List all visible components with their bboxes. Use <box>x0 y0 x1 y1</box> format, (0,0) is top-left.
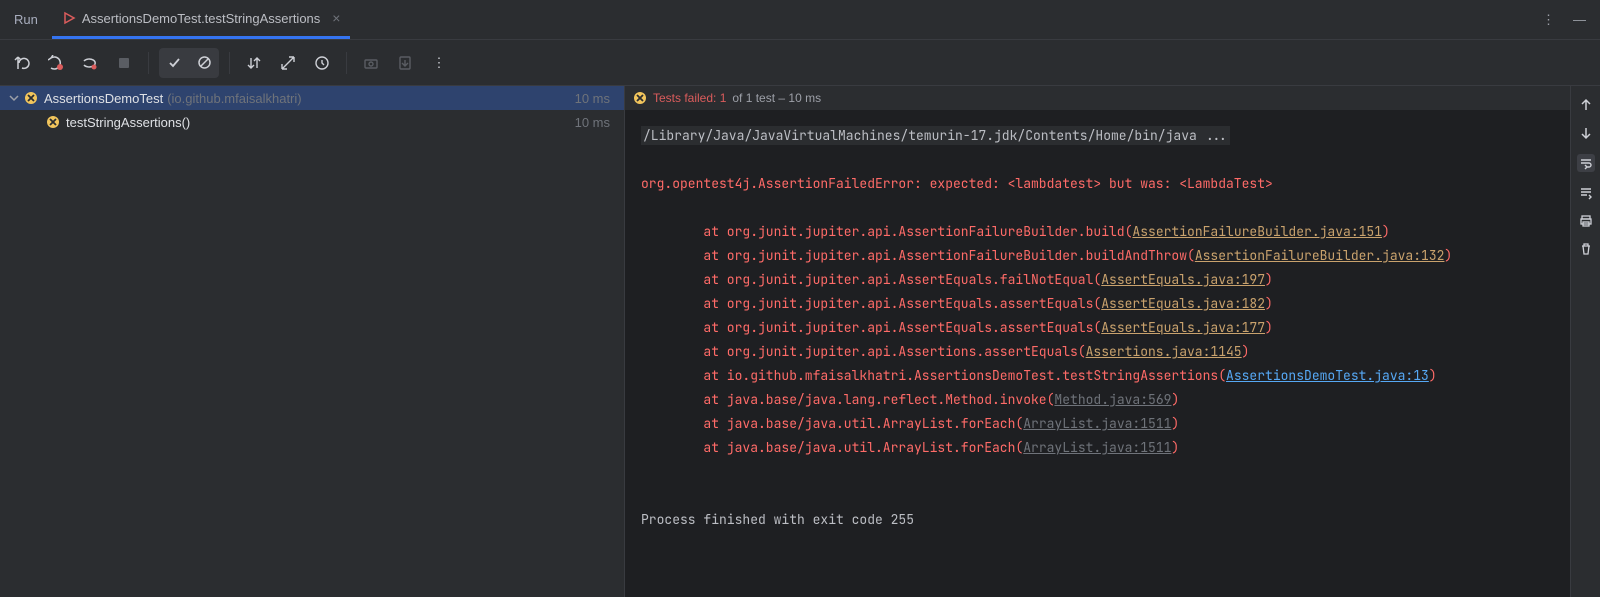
screenshot-button <box>357 49 385 77</box>
minimize-icon[interactable]: — <box>1573 12 1586 27</box>
stack-frame-link[interactable]: ArrayList.java:1511 <box>1023 415 1171 432</box>
close-tab-icon[interactable]: × <box>332 10 340 26</box>
run-tool-label: Run <box>0 12 52 27</box>
tests-failed-count: Tests failed: 1 <box>653 91 726 105</box>
stack-frame: at java.base/java.util.ArrayList.forEach… <box>641 415 1023 432</box>
test-failed-icon <box>633 91 647 105</box>
toggle-auto-test-button[interactable] <box>76 49 104 77</box>
scroll-to-end-icon[interactable] <box>1579 186 1593 200</box>
main-area: AssertionsDemoTest (io.github.mfaisalkha… <box>0 86 1600 597</box>
tab-title: AssertionsDemoTest.testStringAssertions <box>82 11 320 26</box>
test-summary-bar: Tests failed: 1 of 1 test – 10 ms <box>625 86 1600 110</box>
test-method-time: 10 ms <box>575 115 616 130</box>
more-vertical-icon[interactable]: ⋮ <box>1542 12 1555 28</box>
rerun-failed-button[interactable] <box>42 49 70 77</box>
stack-frame-link[interactable]: AssertionFailureBuilder.java:151 <box>1132 223 1382 240</box>
stack-frame: at org.junit.jupiter.api.AssertEquals.fa… <box>641 271 1101 288</box>
rerun-button[interactable] <box>8 49 36 77</box>
tab-bar-actions: ⋮ — <box>1542 12 1600 28</box>
java-command-line: /Library/Java/JavaVirtualMachines/temuri… <box>641 126 1230 145</box>
print-icon[interactable] <box>1579 214 1593 228</box>
filter-group <box>159 48 219 78</box>
test-class-package: (io.github.mfaisalkhatri) <box>167 91 301 106</box>
console-gutter <box>1570 86 1600 597</box>
stack-frame: at org.junit.jupiter.api.AssertEquals.as… <box>641 295 1101 312</box>
stack-frame-link[interactable]: AssertionFailureBuilder.java:132 <box>1195 247 1445 264</box>
scroll-down-icon[interactable] <box>1579 126 1593 140</box>
stack-frame-link[interactable]: Method.java:569 <box>1054 391 1171 408</box>
chevron-down-icon[interactable] <box>8 92 24 104</box>
stack-frame: at org.junit.jupiter.api.AssertionFailur… <box>641 247 1195 264</box>
toolbar-separator <box>346 52 347 74</box>
run-config-tab[interactable]: AssertionsDemoTest.testStringAssertions … <box>52 0 351 39</box>
scroll-up-icon[interactable] <box>1579 98 1593 112</box>
stack-frame: at java.base/java.lang.reflect.Method.in… <box>641 391 1054 408</box>
stack-frame: at io.github.mfaisalkhatri.AssertionsDem… <box>641 367 1226 384</box>
toolbar-separator <box>229 52 230 74</box>
tests-total-info: of 1 test – 10 ms <box>732 91 821 105</box>
show-passed-button[interactable] <box>159 48 189 78</box>
stack-frame-link[interactable]: Assertions.java:1145 <box>1086 343 1242 360</box>
test-failed-icon <box>46 115 60 129</box>
history-button[interactable] <box>308 49 336 77</box>
stack-frame: at org.junit.jupiter.api.AssertionFailur… <box>641 223 1132 240</box>
export-button <box>391 49 419 77</box>
console-pane: Tests failed: 1 of 1 test – 10 ms /Libra… <box>625 86 1600 597</box>
stop-button <box>110 49 138 77</box>
clear-all-icon[interactable] <box>1579 242 1593 256</box>
stack-frame: at org.junit.jupiter.api.Assertions.asse… <box>641 343 1086 360</box>
failed-config-icon <box>62 11 76 25</box>
console-output[interactable]: /Library/Java/JavaVirtualMachines/temuri… <box>625 110 1600 597</box>
soft-wrap-icon[interactable] <box>1577 154 1595 172</box>
more-options-button[interactable]: ⋮ <box>425 49 453 77</box>
test-method-name: testStringAssertions() <box>66 115 190 130</box>
run-toolbar: ⋮ <box>0 40 1600 86</box>
test-tree[interactable]: AssertionsDemoTest (io.github.mfaisalkha… <box>0 86 625 597</box>
stack-frame-link[interactable]: AssertionsDemoTest.java:13 <box>1226 367 1429 384</box>
stack-frame-link[interactable]: AssertEquals.java:182 <box>1101 295 1265 312</box>
process-exit-line: Process finished with exit code 255 <box>641 511 914 528</box>
stack-frame: at java.base/java.util.ArrayList.forEach… <box>641 439 1023 456</box>
tab-bar: Run AssertionsDemoTest.testStringAsserti… <box>0 0 1600 40</box>
sort-button[interactable] <box>240 49 268 77</box>
test-class-time: 10 ms <box>575 91 616 106</box>
stack-frame: at org.junit.jupiter.api.AssertEquals.as… <box>641 319 1101 336</box>
show-ignored-button[interactable] <box>189 48 219 78</box>
test-class-row[interactable]: AssertionsDemoTest (io.github.mfaisalkha… <box>0 86 624 110</box>
test-failed-icon <box>24 91 38 105</box>
stack-frame-link[interactable]: AssertEquals.java:197 <box>1101 271 1265 288</box>
toolbar-separator <box>148 52 149 74</box>
expand-all-button[interactable] <box>274 49 302 77</box>
stack-frame-link[interactable]: ArrayList.java:1511 <box>1023 439 1171 456</box>
test-method-row[interactable]: testStringAssertions() 10 ms <box>0 110 624 134</box>
stack-frame-link[interactable]: AssertEquals.java:177 <box>1101 319 1265 336</box>
assertion-error-line: org.opentest4j.AssertionFailedError: exp… <box>641 175 1273 192</box>
test-class-name: AssertionsDemoTest <box>44 91 163 106</box>
